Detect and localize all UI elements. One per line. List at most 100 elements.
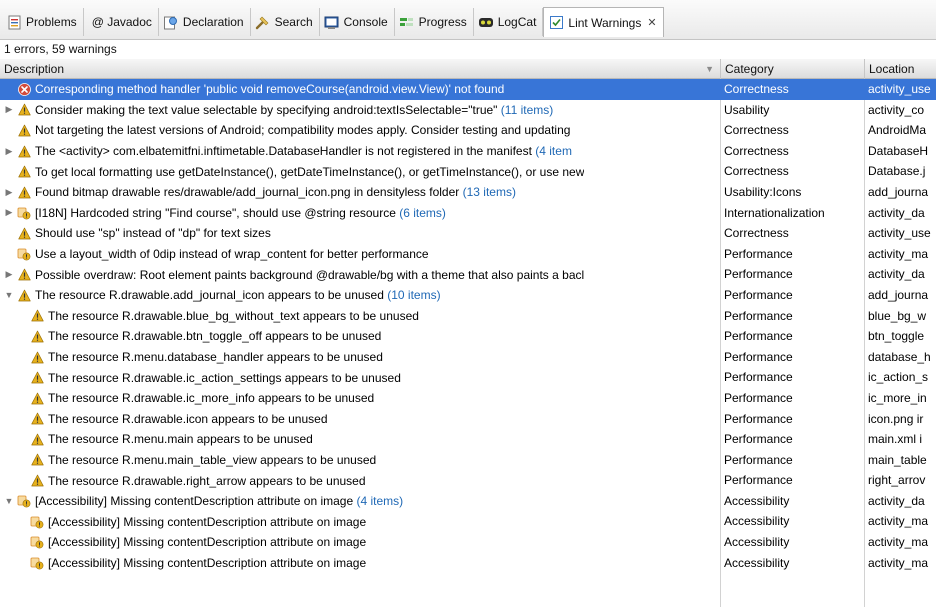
table-row[interactable]: [Accessibility] Missing contentDescripti… — [0, 511, 936, 532]
table-row[interactable]: ▶ Found bitmap drawable res/drawable/add_… — [0, 182, 936, 203]
view-tab-bar: Problems @ Javadoc Declaration Search Consol… — [0, 0, 936, 40]
row-description: ▶ Possible overdraw: Root element paints … — [4, 264, 724, 285]
collapse-arrow-icon[interactable]: ▼ — [4, 290, 14, 300]
row-location: activity_ma — [868, 535, 929, 550]
table-row[interactable]: ▼ [Accessibility] Missing contentDescript… — [0, 491, 936, 512]
issue-message: [I18N] Hardcoded string "Find course", s… — [35, 205, 396, 220]
issue-message: Not targeting the latest versions of And… — [35, 123, 571, 138]
table-row[interactable]: ▶ The <activity> com.elbatemitfni.inftime… — [0, 141, 936, 162]
table-row[interactable]: The resource R.menu.database_handler app… — [0, 347, 936, 368]
tab-label: Console — [343, 15, 388, 29]
expand-arrow-icon[interactable]: ▶ — [4, 187, 14, 198]
issue-message: The resource R.drawable.icon appears to … — [48, 411, 328, 426]
row-description: Should use "sp" instead of "dp" for text… — [4, 223, 724, 244]
warning-icon — [17, 226, 31, 240]
row-description: The resource R.drawable.blue_bg_without_… — [30, 306, 750, 327]
warning-icon — [17, 103, 31, 117]
issue-message: The resource R.menu.main appears to be u… — [48, 432, 313, 447]
tab-declaration[interactable]: Declaration — [159, 8, 251, 36]
row-description: ▶ [I18N] Hardcoded string "Find course", … — [4, 203, 724, 224]
row-description: [Accessibility] Missing contentDescripti… — [30, 532, 750, 553]
row-location: add_journa — [868, 287, 929, 302]
row-location: activity_co — [868, 102, 925, 117]
console-icon — [324, 14, 340, 30]
column-header-description[interactable]: Description ▼ — [0, 59, 720, 79]
row-description: To get local formatting use getDateInsta… — [4, 161, 724, 182]
table-row[interactable]: Not targeting the latest versions of And… — [0, 120, 936, 141]
row-category: Performance — [724, 411, 793, 426]
row-category: Performance — [724, 267, 793, 282]
table-row[interactable]: ▶ Consider making the text value selectab… — [0, 100, 936, 121]
tab-progress[interactable]: Progress — [395, 8, 474, 36]
table-row[interactable]: The resource R.drawable.ic_action_settin… — [0, 367, 936, 388]
issue-message: The resource R.drawable.right_arrow appe… — [48, 473, 366, 488]
table-row[interactable]: The resource R.drawable.ic_more_info app… — [0, 388, 936, 409]
table-row[interactable]: The resource R.drawable.blue_bg_without_… — [0, 306, 936, 327]
row-description: The resource R.menu.main_table_view appe… — [30, 450, 750, 471]
row-location: DatabaseH — [868, 143, 929, 158]
row-description: The resource R.drawable.ic_action_settin… — [30, 367, 750, 388]
row-description: The resource R.menu.main appears to be u… — [30, 429, 750, 450]
tab-lint-warnings[interactable]: Lint Warnings ✕ — [543, 7, 664, 37]
row-category: Performance — [724, 349, 793, 364]
logcat-icon — [478, 14, 494, 30]
issue-count: (13 items) — [462, 185, 516, 200]
issue-message: The resource R.drawable.ic_more_info app… — [48, 391, 375, 406]
collapse-arrow-icon[interactable]: ▼ — [4, 496, 14, 506]
tab-console[interactable]: Console — [320, 8, 395, 36]
tab-label: Search — [274, 15, 313, 29]
table-row[interactable]: The resource R.drawable.icon appears to … — [0, 409, 936, 430]
column-header-location[interactable]: Location — [864, 59, 936, 79]
tab-logcat[interactable]: LogCat — [474, 8, 544, 36]
declaration-icon — [163, 14, 179, 30]
warning-icon — [30, 329, 44, 343]
row-description: The resource R.drawable.right_arrow appe… — [30, 470, 750, 491]
warning-icon — [30, 309, 44, 323]
tab-label: Progress — [418, 15, 467, 29]
table-row[interactable]: Should use "sp" instead of "dp" for text… — [0, 223, 936, 244]
row-description: ▶ The <activity> com.elbatemitfni.inftime… — [4, 141, 724, 162]
i18n-warning-icon — [17, 247, 31, 261]
expand-arrow-icon[interactable]: ▶ — [4, 207, 14, 218]
i18n-warning-icon — [30, 515, 44, 529]
problems-icon — [6, 14, 22, 30]
lint-warnings-table: Description ▼ Category Location Correspo… — [0, 59, 936, 607]
table-row[interactable]: [Accessibility] Missing contentDescripti… — [0, 553, 936, 574]
table-row[interactable]: ▶ [I18N] Hardcoded string "Find course", … — [0, 203, 936, 224]
tab-javadoc[interactable]: @ Javadoc — [84, 8, 159, 36]
warning-icon — [30, 474, 44, 488]
table-row[interactable]: ▼ The resource R.drawable.add_journal_ico… — [0, 285, 936, 306]
table-row[interactable]: The resource R.menu.main_table_view appe… — [0, 450, 936, 471]
i18n-warning-icon — [30, 556, 44, 570]
close-tab-icon[interactable]: ✕ — [647, 16, 656, 29]
expand-arrow-icon[interactable]: ▶ — [4, 104, 14, 115]
table-row[interactable]: To get local formatting use getDateInsta… — [0, 161, 936, 182]
row-category: Correctness — [724, 164, 789, 179]
table-row[interactable]: ▶ Possible overdraw: Root element paints … — [0, 264, 936, 285]
table-row[interactable]: [Accessibility] Missing contentDescripti… — [0, 532, 936, 553]
tab-label: Problems — [26, 15, 77, 29]
expand-arrow-icon[interactable]: ▶ — [4, 146, 14, 157]
table-row[interactable]: The resource R.drawable.btn_toggle_off a… — [0, 326, 936, 347]
row-category: Accessibility — [724, 514, 790, 529]
column-header-category[interactable]: Category — [720, 59, 864, 79]
warning-icon — [30, 412, 44, 426]
expand-arrow-icon[interactable]: ▶ — [4, 269, 14, 280]
tab-search[interactable]: Search — [251, 8, 320, 36]
table-row[interactable]: Corresponding method handler 'public voi… — [0, 79, 936, 100]
tab-problems[interactable]: Problems — [2, 8, 84, 36]
table-row[interactable]: The resource R.menu.main appears to be u… — [0, 429, 936, 450]
issue-message: To get local formatting use getDateInsta… — [35, 164, 585, 179]
issue-message: [Accessibility] Missing contentDescripti… — [48, 555, 367, 570]
issue-message: [Accessibility] Missing contentDescripti… — [48, 514, 367, 529]
warning-icon — [30, 432, 44, 446]
issue-message: The resource R.menu.main_table_view appe… — [48, 452, 377, 467]
table-row[interactable]: The resource R.drawable.right_arrow appe… — [0, 470, 936, 491]
row-location: btn_toggle — [868, 329, 925, 344]
row-location: activity_use — [868, 226, 931, 241]
issue-count: (4 items) — [356, 494, 404, 509]
row-description: Use a layout_width of 0dip instead of wr… — [4, 244, 724, 265]
row-location: add_journa — [868, 184, 929, 199]
warning-icon — [17, 123, 31, 137]
table-row[interactable]: Use a layout_width of 0dip instead of wr… — [0, 244, 936, 265]
